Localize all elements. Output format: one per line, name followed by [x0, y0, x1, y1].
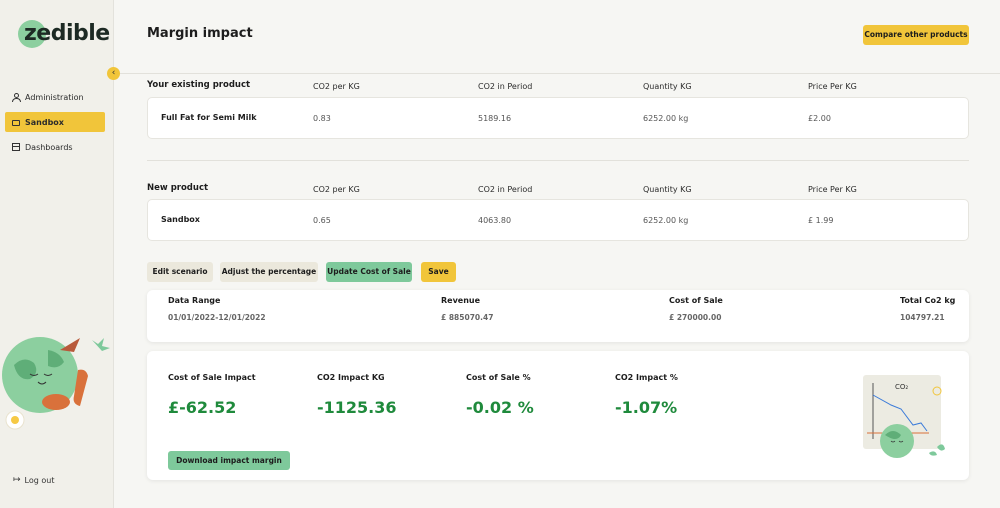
existing-product-card: Full Fat for Semi Milk 0.83 5189.16 6252… — [147, 97, 969, 139]
new-product-name: Sandbox — [161, 215, 200, 224]
compare-other-products-button[interactable]: Compare other products — [863, 25, 969, 45]
sidebar-item-administration[interactable]: Administration — [5, 87, 105, 107]
user-icon — [12, 93, 21, 102]
cost-of-sale-value: £ 270000.00 — [669, 313, 722, 322]
column-header-co2-per-kg: CO2 per KG — [313, 185, 360, 194]
column-header-price-per-kg: Price Per KG — [808, 82, 857, 91]
sidebar: zedible Administration Sandbox Dashboard… — [0, 0, 114, 508]
revenue-label: Revenue — [441, 296, 481, 305]
new-co2-per-kg: 0.65 — [313, 216, 331, 225]
save-button[interactable]: Save — [421, 262, 456, 282]
co2-impact-kg-label: CO2 Impact KG — [317, 373, 385, 382]
sidebar-item-dashboards[interactable]: Dashboards — [5, 137, 105, 157]
data-range-label: Data Range — [168, 296, 221, 305]
data-range-value: 01/01/2022-12/01/2022 — [168, 313, 266, 322]
co2-illustration-label: CO₂ — [895, 383, 908, 391]
logout-button[interactable]: ↦ Log out — [13, 475, 54, 485]
new-price-per-kg: £ 1.99 — [808, 216, 834, 225]
column-header-co2-in-period: CO2 in Period — [478, 185, 533, 194]
new-product-heading: New product — [147, 183, 209, 193]
sidebar-item-label: Sandbox — [25, 117, 64, 127]
co2-impact-kg-value: -1125.36 — [317, 398, 397, 417]
cost-of-sale-label: Cost of Sale — [669, 296, 723, 305]
main-content: Margin impact Compare other products You… — [114, 0, 1000, 508]
dashboard-icon — [12, 143, 20, 151]
new-product-card: Sandbox 0.65 4063.80 6252.00 kg £ 1.99 — [147, 199, 969, 241]
folder-icon — [12, 119, 20, 126]
page-title: Margin impact — [147, 26, 253, 41]
existing-product-heading: Your existing product — [147, 80, 251, 90]
total-co2-value: 104797.21 — [900, 313, 945, 322]
cost-of-sale-impact-label: Cost of Sale Impact — [168, 373, 256, 382]
new-co2-in-period: 4063.80 — [478, 216, 512, 225]
collapse-sidebar-button[interactable]: ‹ — [107, 67, 120, 80]
logout-label: Log out — [24, 475, 55, 485]
existing-co2-in-period: 5189.16 — [478, 114, 512, 123]
sidebar-item-label: Administration — [25, 92, 84, 102]
revenue-value: £ 885070.47 — [441, 313, 494, 322]
summary-card: Data Range 01/01/2022-12/01/2022 Revenue… — [147, 290, 969, 342]
edit-scenario-button[interactable]: Edit scenario — [147, 262, 213, 282]
update-cost-of-sale-button[interactable]: Update Cost of Sale — [326, 262, 412, 282]
existing-co2-per-kg: 0.83 — [313, 114, 331, 123]
existing-quantity-kg: 6252.00 kg — [643, 114, 689, 123]
sidebar-item-label: Dashboards — [25, 142, 73, 152]
co2-impact-percent-value: -1.07% — [615, 398, 678, 417]
logo-text: zedible — [24, 21, 110, 46]
column-header-co2-in-period: CO2 in Period — [478, 82, 533, 91]
section-divider — [147, 160, 969, 161]
new-quantity-kg: 6252.00 kg — [643, 216, 689, 225]
existing-product-name: Full Fat for Semi Milk — [161, 113, 257, 122]
total-co2-label: Total Co2 kg — [900, 296, 956, 305]
adjust-percentage-button[interactable]: Adjust the percentage — [220, 262, 318, 282]
zedible-logo[interactable]: zedible — [18, 20, 110, 50]
co2-impact-percent-label: CO2 Impact % — [615, 373, 678, 382]
header-divider — [114, 73, 1000, 74]
download-impact-margin-button[interactable]: Download impact margin — [168, 451, 290, 470]
column-header-co2-per-kg: CO2 per KG — [313, 82, 360, 91]
earth-illustration — [2, 337, 110, 430]
cost-of-sale-percent-value: -0.02 % — [466, 398, 534, 417]
existing-price-per-kg: £2.00 — [808, 114, 831, 123]
cost-of-sale-percent-label: Cost of Sale % — [466, 373, 531, 382]
column-header-price-per-kg: Price Per KG — [808, 185, 857, 194]
column-header-quantity-kg: Quantity KG — [643, 82, 692, 91]
cost-of-sale-impact-value: £-62.52 — [168, 398, 237, 417]
sidebar-item-sandbox[interactable]: Sandbox — [5, 112, 105, 132]
impact-card: Cost of Sale Impact £-62.52 CO2 Impact K… — [147, 351, 969, 480]
co2-reduction-illustration: CO₂ — [863, 375, 945, 458]
logout-icon: ↦ — [13, 475, 21, 485]
column-header-quantity-kg: Quantity KG — [643, 185, 692, 194]
